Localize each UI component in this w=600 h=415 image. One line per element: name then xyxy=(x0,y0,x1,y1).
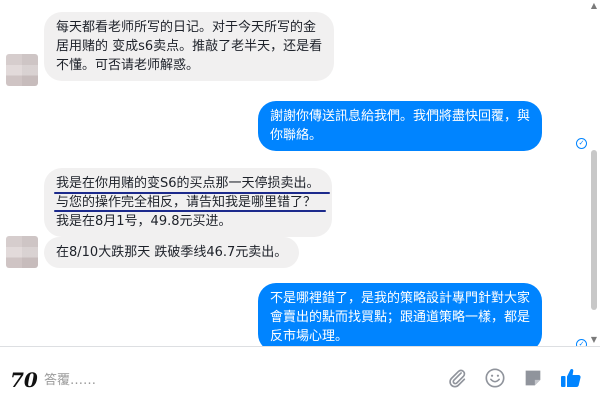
message-line: 居用赌的 变成s6卖点。推敲了老半天，还是看 xyxy=(56,39,323,54)
incoming-message-bubble[interactable]: 每天都看老师所写的日记。对于今天所写的金 居用赌的 变成s6卖点。推敲了老半天，… xyxy=(44,12,335,81)
avatar[interactable] xyxy=(6,236,38,268)
message-thread: ▲ ▼ 每天都看老师所写的日记。对于今天所写的金 居用赌的 变成s6卖点。推敲了… xyxy=(0,0,600,346)
paperclip-icon[interactable] xyxy=(444,365,470,391)
highlight-underline xyxy=(54,192,330,194)
scroll-up-arrow-icon[interactable]: ▲ xyxy=(590,2,598,10)
message-line: 你聯絡。 xyxy=(270,128,323,143)
highlight-underline xyxy=(54,210,326,212)
incoming-message-bubble[interactable]: 在8/10大跌那天 跌破季线46.7元卖出。 xyxy=(44,237,300,268)
message-line: 不懂。可否请老师解惑。 xyxy=(56,58,200,73)
message-line: 我是在你用赌的变S6的买点那一天停损卖出。 xyxy=(56,176,320,191)
avatar[interactable] xyxy=(6,54,38,86)
emoji-icon[interactable] xyxy=(482,365,508,391)
message-line: 會賣出的點而找買點；跟通道策略一樣，都是 xyxy=(270,310,531,325)
incoming-message-bubble[interactable]: 我是在你用赌的变S6的买点那一天停损卖出。 与您的操作完全相反，请告知我是哪里错… xyxy=(44,168,332,237)
scroll-down-arrow-icon[interactable]: ▼ xyxy=(590,336,598,344)
outgoing-message-bubble[interactable]: 謝謝你傳送訊息給我們。我們將盡快回覆，與 你聯絡。 xyxy=(258,101,543,151)
seen-check-icon: ✓ xyxy=(576,339,587,346)
seen-check-icon: ✓ xyxy=(576,138,587,149)
message-line: 在8/10大跌那天 跌破季线46.7元卖出。 xyxy=(56,245,288,260)
composer-bar: 70 xyxy=(0,346,600,415)
user-logo: 70 xyxy=(10,368,38,392)
message-line: 我是在8月1号，49.8元买进。 xyxy=(56,214,232,229)
message-line: 謝謝你傳送訊息給我們。我們將盡快回覆，與 xyxy=(270,109,531,124)
message-line: 反市場心理。 xyxy=(270,329,349,344)
thumbs-up-icon[interactable] xyxy=(558,365,584,391)
outgoing-message-bubble[interactable]: 不是哪裡錯了，是我的策略設計專門針對大家 會賣出的點而找買點；跟通道策略一樣，都… xyxy=(258,283,543,346)
message-line: 每天都看老师所写的日记。对于今天所写的金 xyxy=(56,20,317,35)
scrollbar[interactable] xyxy=(591,150,597,310)
message-line: 不是哪裡錯了，是我的策略設計專門針對大家 xyxy=(270,291,531,306)
reply-input[interactable] xyxy=(44,367,424,393)
scrollbar-thumb[interactable] xyxy=(591,150,597,310)
sticker-icon[interactable] xyxy=(520,365,546,391)
